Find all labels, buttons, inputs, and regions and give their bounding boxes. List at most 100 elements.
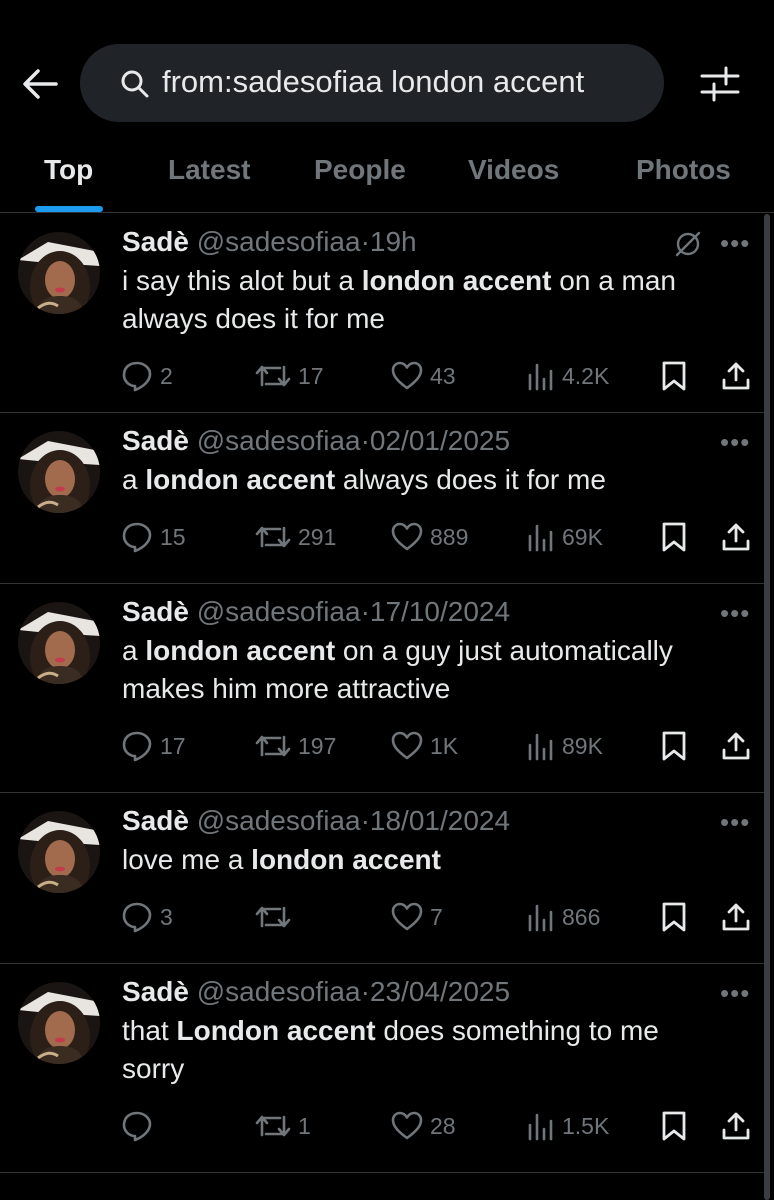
like-button[interactable]: 1K	[390, 726, 458, 766]
bookmark-button[interactable]	[660, 897, 688, 937]
tweet-actions: 15 291 889 69K	[0, 517, 764, 557]
share-button[interactable]	[720, 1106, 752, 1146]
separator: ·	[360, 976, 370, 1007]
tab-latest[interactable]: Latest	[168, 154, 250, 186]
retweet-button[interactable]: 1	[254, 1106, 311, 1146]
bookmark-icon	[660, 360, 688, 392]
search-query[interactable]: from:sadesofiaa london accent	[162, 64, 584, 100]
tweet[interactable]: Sadè @sadesofiaa·17/10/2024 ••• a london a…	[0, 584, 764, 793]
tab-photos[interactable]: Photos	[636, 154, 731, 186]
like-count: 43	[430, 362, 456, 389]
reply-icon	[120, 729, 154, 763]
author-handle[interactable]: @sadesofiaa	[197, 226, 361, 257]
like-button[interactable]: 28	[390, 1106, 456, 1146]
avatar[interactable]	[18, 602, 100, 684]
tweet-text-part: a	[122, 635, 146, 666]
views-button[interactable]: 866	[526, 897, 600, 937]
views-button[interactable]: 69K	[526, 517, 603, 557]
filter-icon[interactable]	[698, 62, 742, 106]
bookmark-button[interactable]	[660, 726, 688, 766]
like-button[interactable]: 7	[390, 897, 443, 937]
author-name[interactable]: Sadè	[122, 226, 189, 257]
more-icon[interactable]: •••	[720, 427, 750, 458]
more-icon[interactable]: •••	[720, 598, 750, 629]
author-name[interactable]: Sadè	[122, 805, 189, 836]
bookmark-icon	[660, 521, 688, 553]
tweet[interactable]: Sadè @sadesofiaa·23/04/2025 ••• that Londo…	[0, 964, 764, 1173]
separator: ·	[360, 805, 370, 836]
retweet-button[interactable]: 17	[254, 356, 324, 396]
more-icon[interactable]: •••	[720, 807, 750, 838]
tweet-text-part: love me a	[122, 844, 252, 875]
bookmark-button[interactable]	[660, 517, 688, 557]
author-handle[interactable]: @sadesofiaa	[197, 425, 361, 456]
retweet-button[interactable]: 291	[254, 517, 336, 557]
share-button[interactable]	[720, 897, 752, 937]
separator: ·	[360, 425, 370, 456]
share-button[interactable]	[720, 726, 752, 766]
retweet-count: 291	[298, 523, 337, 550]
share-button[interactable]	[720, 517, 752, 557]
tweet[interactable]: Sadè @sadesofiaa·02/01/2025 ••• a london a…	[0, 413, 764, 584]
like-button[interactable]: 889	[390, 517, 468, 557]
avatar[interactable]	[18, 982, 100, 1064]
bookmark-button[interactable]	[660, 356, 688, 396]
author-name[interactable]: Sadè	[122, 425, 189, 456]
share-button[interactable]	[720, 356, 752, 396]
timestamp[interactable]: 02/01/2025	[370, 425, 510, 456]
views-icon	[526, 731, 556, 761]
highlighted-term: London accent	[176, 1015, 376, 1046]
timestamp[interactable]: 18/01/2024	[370, 805, 510, 836]
heart-icon	[390, 730, 424, 762]
mute-icon[interactable]	[674, 230, 702, 258]
timestamp[interactable]: 19h	[370, 226, 417, 257]
tweet[interactable]: Sadè @sadesofiaa·19h ••• i say this alot b…	[0, 214, 764, 413]
retweet-button[interactable]	[254, 897, 298, 937]
retweet-icon	[254, 729, 292, 763]
tweet-text: a london accent on a guy just automatica…	[122, 632, 722, 708]
author-name[interactable]: Sadè	[122, 976, 189, 1007]
tab-videos[interactable]: Videos	[468, 154, 559, 186]
tweet-header: Sadè @sadesofiaa·19h	[122, 226, 417, 258]
heart-icon	[390, 1110, 424, 1142]
author-handle[interactable]: @sadesofiaa	[197, 596, 361, 627]
views-button[interactable]: 89K	[526, 726, 603, 766]
tab-top[interactable]: Top	[44, 154, 93, 186]
search-input[interactable]: from:sadesofiaa london accent	[80, 44, 664, 122]
arrow-left-icon[interactable]	[20, 64, 60, 104]
author-handle[interactable]: @sadesofiaa	[197, 976, 361, 1007]
more-icon[interactable]: •••	[720, 978, 750, 1009]
search-icon	[121, 70, 149, 98]
views-icon	[526, 361, 556, 391]
reply-count: 2	[160, 362, 173, 389]
timestamp[interactable]: 23/04/2025	[370, 976, 510, 1007]
bookmark-button[interactable]	[660, 1106, 688, 1146]
views-button[interactable]: 1.5K	[526, 1106, 609, 1146]
tweet[interactable]: Sadè @sadesofiaa·18/01/2024 ••• love me a …	[0, 793, 764, 964]
tab-people[interactable]: People	[314, 154, 406, 186]
reply-icon	[120, 359, 154, 393]
timestamp[interactable]: 17/10/2024	[370, 596, 510, 627]
reply-icon	[120, 1109, 154, 1143]
views-count: 4.2K	[562, 362, 610, 389]
views-count: 89K	[562, 732, 603, 759]
reply-button[interactable]: 17	[120, 726, 186, 766]
reply-button[interactable]: 3	[120, 897, 173, 937]
retweet-button[interactable]: 197	[254, 726, 336, 766]
heart-icon	[390, 901, 424, 933]
author-handle[interactable]: @sadesofiaa	[197, 805, 361, 836]
author-name[interactable]: Sadè	[122, 596, 189, 627]
scrollbar[interactable]	[764, 214, 770, 1200]
like-button[interactable]: 43	[390, 356, 456, 396]
retweet-icon	[254, 520, 292, 554]
views-button[interactable]: 4.2K	[526, 356, 609, 396]
reply-button[interactable]	[120, 1106, 160, 1146]
avatar[interactable]	[18, 232, 100, 314]
reply-button[interactable]: 2	[120, 356, 173, 396]
tweet-actions: 17 197 1K 89K	[0, 726, 764, 766]
avatar[interactable]	[18, 431, 100, 513]
reply-button[interactable]: 15	[120, 517, 186, 557]
avatar[interactable]	[18, 811, 100, 893]
tweet-text: a london accent always does it for me	[122, 461, 722, 499]
more-icon[interactable]: •••	[720, 228, 750, 259]
